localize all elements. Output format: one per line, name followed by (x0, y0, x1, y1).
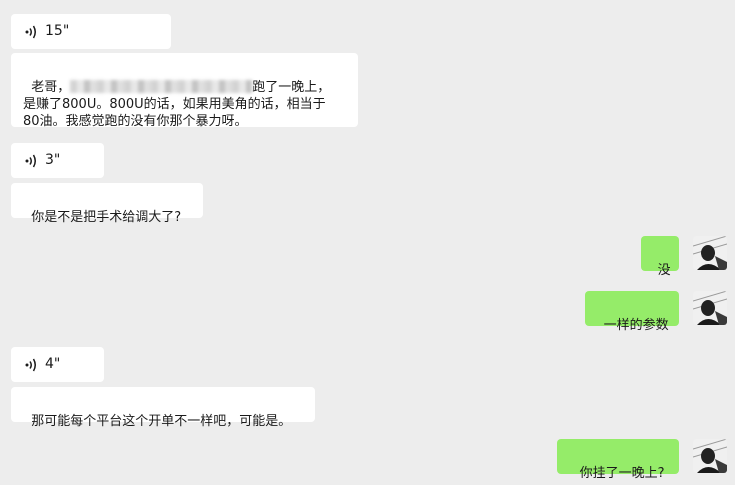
message-text: 那可能每个平台这个开单不一样吧，可能是。 (31, 414, 292, 429)
message-text: 一样的参数 (603, 318, 669, 333)
avatar[interactable] (693, 236, 727, 270)
voice-duration: 15" (45, 23, 70, 39)
message-text: 是赚了800U。800U的话，如果用美角的话，相当于 80油。我感觉跑的没有你那… (23, 97, 326, 129)
message-text: 你挂了一晚上? (579, 466, 665, 481)
incoming-text-bubble[interactable]: 老哥， 跑了一晚上， 是赚了800U。800U的话，如果用美角的话，相当于 80油… (11, 53, 358, 129)
avatar-image (693, 236, 727, 270)
voice-message-bubble[interactable]: 3" (11, 143, 104, 178)
message-text: 跑了一晚上， (252, 80, 331, 95)
outgoing-text-bubble[interactable]: 一样的参数 (585, 291, 679, 333)
incoming-text-bubble[interactable]: 你是不是把手术给调大了? (11, 183, 203, 225)
avatar-image (693, 291, 727, 325)
voice-wave-icon (25, 154, 36, 167)
avatar[interactable] (693, 291, 727, 325)
voice-message-bubble[interactable]: 15" (11, 14, 171, 49)
voice-duration: 4" (45, 356, 61, 372)
outgoing-text-bubble[interactable]: 没 (641, 236, 679, 278)
outgoing-text-bubble[interactable]: 你挂了一晚上? (557, 439, 679, 481)
voice-wave-icon (25, 358, 36, 371)
message-text: 没 (657, 263, 671, 278)
redacted-text (70, 80, 253, 93)
voice-message-bubble[interactable]: 4" (11, 347, 104, 382)
message-text: 老哥， (31, 80, 71, 95)
message-text: 你是不是把手术给调大了? (31, 210, 182, 225)
voice-wave-icon (25, 25, 36, 38)
avatar[interactable] (693, 439, 727, 473)
incoming-text-bubble[interactable]: 那可能每个平台这个开单不一样吧，可能是。 (11, 387, 315, 429)
voice-duration: 3" (45, 152, 61, 168)
avatar-image (693, 439, 727, 473)
